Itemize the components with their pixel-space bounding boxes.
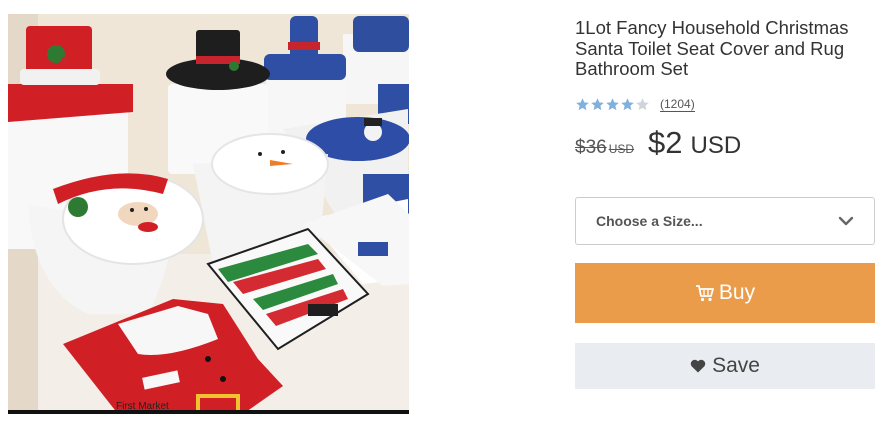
save-button-label: Save <box>712 354 760 377</box>
product-image[interactable]: First Market <box>8 14 409 414</box>
product-rating: (1204) <box>575 97 875 113</box>
price-row: $36 USD $2 USD <box>575 125 875 161</box>
cart-icon <box>695 285 714 302</box>
product-title: 1Lot Fancy Household Christmas Santa Toi… <box>575 17 849 79</box>
image-bottom-bar <box>8 410 409 414</box>
rating-stars <box>575 97 650 112</box>
size-select[interactable]: Choose a Size... <box>575 197 875 245</box>
old-price: $36 USD <box>575 137 634 159</box>
star-empty-icon <box>636 98 649 111</box>
buy-button[interactable]: Buy <box>575 263 875 323</box>
new-price-currency: USD <box>690 131 742 159</box>
old-price-currency: USD <box>608 141 635 156</box>
new-price-amount: $2 <box>648 124 683 160</box>
star-filled-icon <box>621 98 634 111</box>
size-select-placeholder: Choose a Size... <box>596 213 703 229</box>
star-filled-icon <box>591 98 604 111</box>
heart-icon <box>690 359 706 373</box>
star-filled-icon <box>606 98 619 111</box>
buy-button-label: Buy <box>718 281 756 304</box>
product-details: 1Lot Fancy Household Christmas Santa Toi… <box>575 17 875 161</box>
product-photo <box>8 14 409 414</box>
save-button[interactable]: Save <box>575 343 875 389</box>
star-filled-icon <box>576 98 589 111</box>
old-price-amount: $36 <box>575 136 607 158</box>
review-count-link[interactable]: (1204) <box>660 97 695 112</box>
chevron-down-icon <box>838 216 854 226</box>
